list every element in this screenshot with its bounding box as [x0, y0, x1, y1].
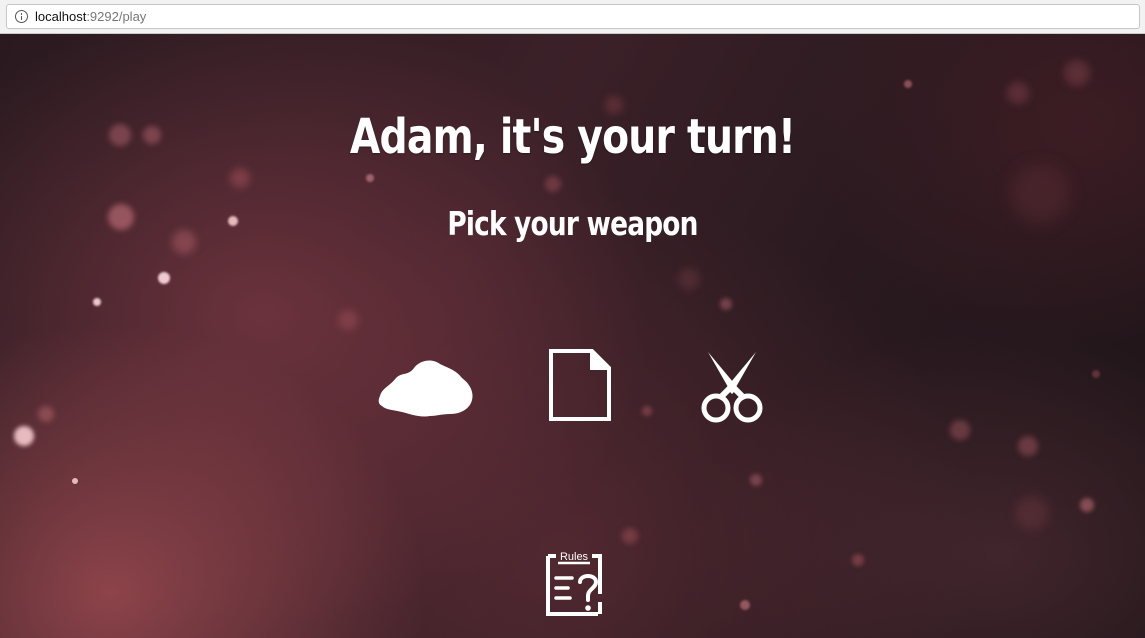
bokeh-particle [1064, 60, 1090, 86]
url-host: localhost [35, 9, 87, 24]
game-stage: Adam, it's your turn! Pick your weapon R… [0, 34, 1145, 638]
bokeh-particle [950, 420, 970, 440]
browser-address-bar: localhost:9292/play [0, 0, 1145, 34]
bokeh-particle [366, 174, 374, 182]
bokeh-particle [545, 176, 561, 192]
bokeh-particle [14, 426, 34, 446]
rules-button[interactable]: Rules [544, 548, 606, 618]
bokeh-particle [72, 478, 78, 484]
url-text[interactable]: localhost:9292/play [35, 9, 146, 24]
bokeh-particle [622, 528, 638, 544]
weapon-rock-button[interactable] [376, 352, 476, 420]
scissors-icon [701, 352, 763, 423]
rules-label: Rules [559, 551, 589, 563]
bokeh-particle [230, 168, 250, 188]
weapon-scissors-button[interactable] [698, 348, 766, 426]
bokeh-particle [678, 268, 700, 290]
bokeh-particle [93, 298, 101, 306]
url-field[interactable]: localhost:9292/play [6, 4, 1140, 29]
bokeh-particle [740, 600, 750, 610]
bokeh-particle [1007, 82, 1029, 104]
bokeh-particle [338, 310, 358, 330]
bokeh-particle [1080, 498, 1094, 512]
rock-icon [378, 360, 473, 417]
bokeh-particle [1092, 370, 1100, 378]
page-title: Adam, it's your turn! [349, 109, 796, 165]
bokeh-particle [158, 272, 170, 284]
bokeh-particle [642, 406, 652, 416]
bokeh-particle [1018, 436, 1038, 456]
bokeh-particle [750, 474, 762, 486]
bokeh-particle [1015, 496, 1049, 530]
paper-icon [549, 349, 611, 421]
bokeh-particle [720, 298, 732, 310]
bokeh-particle [852, 554, 864, 566]
weapon-paper-button[interactable] [548, 348, 612, 422]
info-icon[interactable] [15, 10, 28, 23]
bokeh-particle [38, 406, 54, 422]
url-path: :9292/play [86, 9, 147, 24]
bokeh-particle [904, 80, 912, 88]
page-subtitle: Pick your weapon [447, 204, 698, 243]
